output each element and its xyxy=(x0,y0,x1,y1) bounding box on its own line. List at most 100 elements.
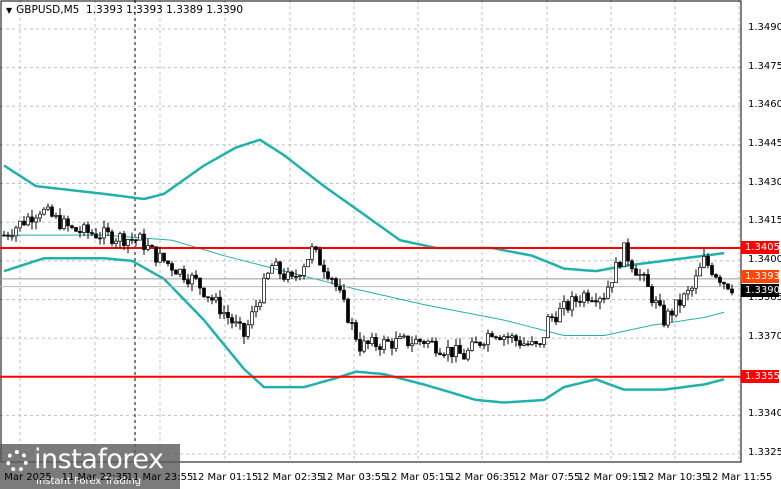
logo-name: instaforex xyxy=(34,444,164,475)
candle-body xyxy=(358,339,362,352)
candle-body xyxy=(450,346,454,358)
candle-body xyxy=(158,252,162,263)
candle-body xyxy=(542,337,546,345)
candle-body xyxy=(650,286,654,303)
candle-body xyxy=(502,336,506,340)
candle-body xyxy=(382,339,386,350)
candle-body xyxy=(34,217,38,223)
candle-body xyxy=(274,261,278,266)
candle-body xyxy=(338,286,342,291)
candle-body xyxy=(434,340,438,354)
candle-body xyxy=(362,340,366,352)
symbol-label: GBPUSD,M5 xyxy=(16,4,80,16)
candle-body xyxy=(342,289,346,300)
candle-body xyxy=(430,340,434,343)
candle-body xyxy=(258,302,262,307)
candle-body xyxy=(682,293,686,306)
candle-body xyxy=(54,215,58,217)
candle-body xyxy=(78,230,82,233)
candle-body xyxy=(170,263,174,271)
candle-body xyxy=(326,271,330,279)
candle-body xyxy=(42,208,46,215)
x-axis-tick-label: 12 Mar 03:55 xyxy=(320,472,388,483)
candle-body xyxy=(674,299,678,316)
y-axis-tick-label: 1.3415 xyxy=(748,215,781,227)
candle-body xyxy=(706,256,710,266)
candle-body xyxy=(38,213,42,219)
candle-body xyxy=(462,353,466,360)
price-chart[interactable] xyxy=(0,0,781,489)
candle-body xyxy=(474,341,478,344)
bid-price-tag: 1.3390 xyxy=(741,283,780,297)
y-axis-tick-label: 1.3370 xyxy=(748,331,781,343)
candle-body xyxy=(90,232,94,235)
candle-body xyxy=(58,215,62,230)
x-axis-tick-label: 12 Mar 01:15 xyxy=(191,472,259,483)
candle-body xyxy=(86,224,90,233)
candle-body xyxy=(418,339,422,342)
candle-body xyxy=(102,227,106,239)
candle-body xyxy=(714,274,718,278)
candle-body xyxy=(554,316,558,323)
candle-body xyxy=(578,301,582,303)
x-axis-tick-label: 12 Mar 10:35 xyxy=(641,472,709,483)
candle-body xyxy=(574,296,578,302)
y-axis-tick-label: 1.3475 xyxy=(748,60,781,72)
x-axis-tick-label: 11 Mar 22:35 xyxy=(61,472,129,483)
candle-body xyxy=(522,343,526,346)
candle-body xyxy=(378,346,382,350)
candle-body xyxy=(130,239,134,241)
candle-body xyxy=(626,242,630,262)
x-axis-tick-label: 12 Mar 11:55 xyxy=(705,472,773,483)
candle-body xyxy=(594,300,598,303)
bollinger-upper-line xyxy=(3,138,725,273)
candle-body xyxy=(398,336,402,339)
x-axis-tick-label: 12 Mar 05:15 xyxy=(384,472,452,483)
candle-body xyxy=(482,344,486,346)
candle-body xyxy=(526,343,530,346)
candle-body xyxy=(458,345,462,354)
candle-body xyxy=(654,300,658,303)
candle-body xyxy=(582,292,586,303)
candle-body xyxy=(602,297,606,300)
candle-body xyxy=(266,272,270,279)
candle-body xyxy=(546,316,550,338)
candle-body xyxy=(630,260,634,270)
candle-body xyxy=(402,335,406,338)
candle-body xyxy=(206,296,210,299)
candle-body xyxy=(66,218,70,227)
candle-body xyxy=(230,317,234,324)
y-axis-tick-label: 1.3490 xyxy=(748,22,781,33)
candle-body xyxy=(298,275,302,277)
candle-body xyxy=(166,260,170,264)
candle-body xyxy=(138,233,142,241)
candle-body xyxy=(210,297,214,301)
candle-body xyxy=(234,321,238,324)
y-axis-tick-label: 1.3340 xyxy=(748,408,781,420)
candle-body xyxy=(466,350,470,360)
candle-body xyxy=(174,269,178,275)
x-axis-tick-label: 11 Mar 2025 xyxy=(0,472,52,483)
candle-body xyxy=(446,346,450,356)
candle-body xyxy=(270,265,274,274)
candle-body xyxy=(558,308,562,323)
candle-body xyxy=(634,268,638,276)
dropdown-triangle-icon[interactable]: ▼ xyxy=(6,6,12,15)
candle-body xyxy=(302,266,306,276)
candle-body xyxy=(478,341,482,346)
candle-body xyxy=(198,277,202,289)
x-axis-tick-label: 12 Mar 07:55 xyxy=(513,472,581,483)
candle-body xyxy=(490,333,494,338)
candle-body xyxy=(622,242,626,268)
candle-body xyxy=(410,343,414,347)
candle-body xyxy=(238,321,242,324)
candle-body xyxy=(726,283,730,290)
candle-body xyxy=(2,234,6,237)
chart-title: ▼ GBPUSD,M5 1.3393 1.3393 1.3389 1.3390 xyxy=(6,4,243,16)
candle-body xyxy=(250,311,254,326)
candle-body xyxy=(438,352,442,355)
candle-body xyxy=(126,239,130,246)
candle-body xyxy=(442,354,446,356)
candle-body xyxy=(514,335,518,341)
candle-body xyxy=(486,333,490,345)
